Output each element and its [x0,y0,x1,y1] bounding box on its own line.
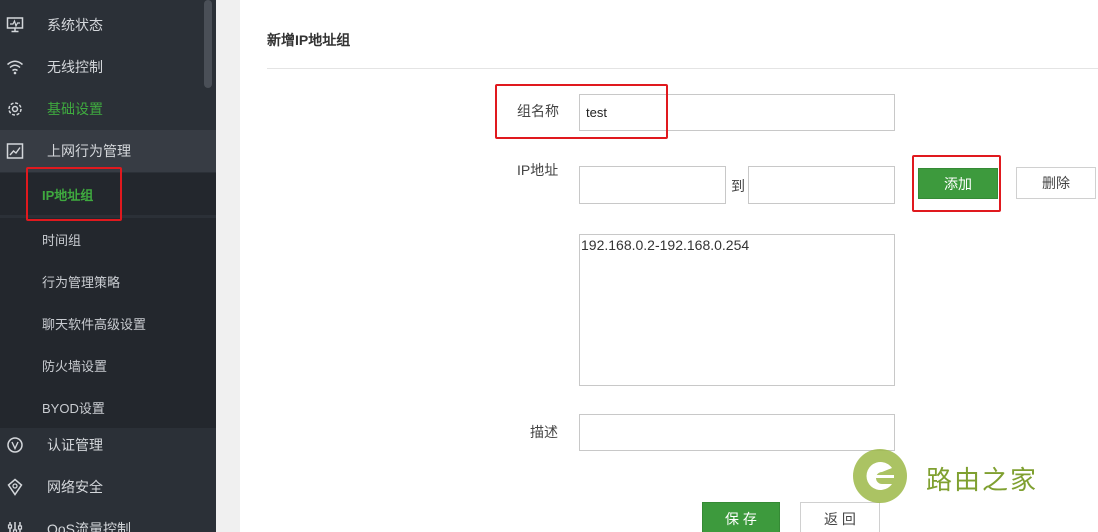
description-input[interactable] [579,414,895,451]
sidebar-item-behavior-management[interactable]: 上网行为管理 [0,130,216,172]
sidebar-subitem-time-group[interactable]: 时间组 [0,218,216,260]
sidebar-item-qos[interactable]: QoS流量控制 [0,508,216,532]
qos-icon [6,520,24,532]
sidebar-subitem-label: 防火墙设置 [42,358,108,374]
ip-start-input[interactable] [579,166,726,204]
sidebar-subitem-byod[interactable]: BYOD设置 [0,386,216,428]
save-button[interactable]: 保 存 [702,502,780,532]
description-label: 描述 [530,424,558,440]
ip-address-label: IP地址 [517,162,559,178]
sidebar-item-label: 无线控制 [47,59,103,75]
title-divider [267,68,1098,69]
sidebar-item-wireless[interactable]: 无线控制 [0,46,216,88]
sidebar-item-label: 上网行为管理 [47,143,131,159]
sidebar-item-label: 网络安全 [47,479,103,495]
sidebar-item-basic-settings[interactable]: 基础设置 [0,88,216,130]
main-panel: 新增IP地址组 组名称 test IP地址 到 添加 删除 192.168.0.… [240,0,1098,532]
ip-end-input[interactable] [748,166,895,204]
trend-chart-icon [6,142,24,160]
ip-range-to-label: 到 [731,178,745,194]
v-circle-icon [6,436,24,454]
sidebar-subitem-chat-software[interactable]: 聊天软件高级设置 [0,302,216,344]
sidebar-item-network-security[interactable]: 网络安全 [0,466,216,508]
ip-list-box[interactable]: 192.168.0.2-192.168.0.254 [579,234,895,386]
sidebar: 系统状态 无线控制 基础设置 上网行为管理 IP地址组 时间组 行为管理策略 聊… [0,0,216,532]
sidebar-subitem-label: 时间组 [42,232,82,248]
sidebar-item-system-status[interactable]: 系统状态 [0,4,216,46]
shield-icon [6,478,24,496]
sidebar-item-label: 基础设置 [47,101,103,117]
highlight-box-ip-group [26,167,122,221]
wifi-icon [6,58,24,76]
highlight-box-add-button [912,155,1001,212]
monitor-icon [6,16,24,34]
sidebar-item-auth-management[interactable]: 认证管理 [0,424,216,466]
sidebar-subitem-label: BYOD设置 [42,400,105,416]
delete-button[interactable]: 删除 [1016,167,1096,199]
gear-icon [6,100,24,118]
watermark: 路由之家 [852,448,1038,509]
page-title: 新增IP地址组 [267,32,351,48]
highlight-box-group-name [495,84,668,139]
router-admin-page: 系统状态 无线控制 基础设置 上网行为管理 IP地址组 时间组 行为管理策略 聊… [0,0,1098,532]
sidebar-item-label: 认证管理 [47,437,103,453]
sidebar-subitem-firewall[interactable]: 防火墙设置 [0,344,216,386]
sidebar-item-label: QoS流量控制 [47,521,132,532]
sidebar-subitem-label: 行为管理策略 [42,274,121,290]
router-home-logo-icon [852,448,908,509]
watermark-text: 路由之家 [926,465,1039,495]
sidebar-subitem-behavior-policy[interactable]: 行为管理策略 [0,260,216,302]
sidebar-subitem-label: 聊天软件高级设置 [42,316,147,332]
sidebar-item-label: 系统状态 [47,17,103,33]
